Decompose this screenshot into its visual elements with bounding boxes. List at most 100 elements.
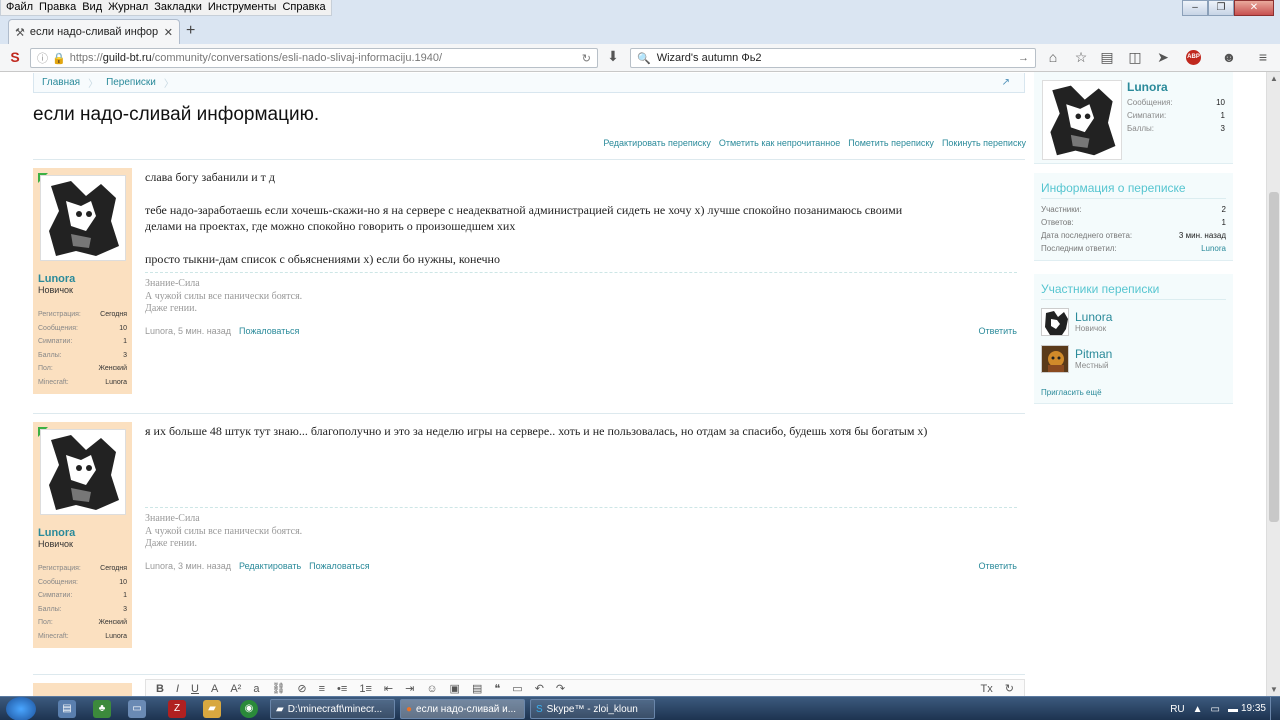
tray-expand-icon[interactable]: ▲ xyxy=(1193,704,1203,715)
info-icon[interactable]: ⓘ xyxy=(37,50,48,66)
menu-hamburger-icon[interactable]: ≡ xyxy=(1254,49,1272,65)
reply-link[interactable]: Ответить xyxy=(979,326,1017,336)
page-scrollbar[interactable]: ▲ ▼ xyxy=(1266,72,1280,696)
participant-name[interactable]: Lunora xyxy=(1075,310,1112,324)
media-icon[interactable]: ▤ xyxy=(472,682,482,695)
send-icon[interactable]: ➤ xyxy=(1154,49,1172,66)
language-indicator[interactable]: RU xyxy=(1170,704,1184,715)
bullet-list-icon[interactable]: •≡ xyxy=(337,683,347,695)
stat-value[interactable]: Lunora xyxy=(105,630,127,644)
menu-help[interactable]: Справка xyxy=(279,0,328,15)
addon-s-icon[interactable]: S xyxy=(6,49,24,65)
search-input[interactable]: Wizard's autumn Фь2 xyxy=(657,52,762,64)
bold-button[interactable]: B xyxy=(156,683,164,695)
star-conversation-link[interactable]: Пометить переписку xyxy=(848,138,934,148)
sidebar-username[interactable]: Lunora xyxy=(1127,80,1168,94)
reload-icon[interactable]: ↻ xyxy=(582,52,591,65)
network-icon[interactable]: ▭ xyxy=(1211,704,1220,715)
bookmark-star-icon[interactable]: ☆ xyxy=(1072,49,1090,66)
message-meta[interactable]: Lunora, 3 мин. назад xyxy=(145,561,231,571)
minimize-button[interactable]: – xyxy=(1182,0,1208,16)
bookmarks-list-icon[interactable]: ▤ xyxy=(1098,49,1116,66)
edit-conversation-link[interactable]: Редактировать переписку xyxy=(603,138,711,148)
edit-link[interactable]: Редактировать xyxy=(239,561,301,571)
show-desktop-button[interactable] xyxy=(1270,697,1280,720)
pocket-icon[interactable]: ◫ xyxy=(1126,49,1144,66)
filezilla-icon[interactable]: Z xyxy=(168,700,186,718)
avatar[interactable] xyxy=(39,175,126,261)
breadcrumb-conversations[interactable]: Переписки xyxy=(98,77,164,88)
search-bar[interactable]: 🔍 Wizard's autumn Фь2 → xyxy=(630,48,1036,68)
message-username[interactable]: Lunora xyxy=(38,273,127,285)
scroll-down-icon[interactable]: ▼ xyxy=(1270,685,1278,694)
taskbar-firefox-window[interactable]: ● если надо-сливай и... xyxy=(400,699,525,719)
clock[interactable]: 19:35 xyxy=(1241,703,1266,714)
new-tab-button[interactable]: + xyxy=(186,22,195,40)
menu-tools[interactable]: Инструменты xyxy=(205,0,280,15)
search-go-icon[interactable]: → xyxy=(1018,52,1029,64)
participant-name[interactable]: Pitman xyxy=(1075,347,1112,361)
leave-conversation-link[interactable]: Покинуть переписку xyxy=(942,138,1026,148)
stat-value[interactable]: Lunora xyxy=(105,376,127,390)
taskbar-skype-window[interactable]: S Skype™ - zloi_kloun xyxy=(530,699,655,719)
link-icon[interactable]: ⛓ xyxy=(271,682,285,695)
breadcrumb-home[interactable]: Главная xyxy=(34,77,88,88)
scroll-up-icon[interactable]: ▲ xyxy=(1270,74,1278,83)
numbered-list-icon[interactable]: 1≡ xyxy=(359,683,372,695)
image-icon[interactable]: ▣ xyxy=(450,682,460,695)
italic-button[interactable]: I xyxy=(176,683,179,695)
message-meta[interactable]: Lunora, 5 мин. назад xyxy=(145,326,231,336)
volume-icon[interactable]: ▬ xyxy=(1228,704,1238,715)
avatar[interactable] xyxy=(39,429,126,515)
undo-icon[interactable]: ↶ xyxy=(535,682,544,695)
menu-history[interactable]: Журнал xyxy=(105,0,151,15)
address-bar[interactable]: ⓘ 🔒 https://guild-bt.ru/community/conver… xyxy=(30,48,598,68)
home-icon[interactable]: ⌂ xyxy=(1044,49,1062,65)
message-username[interactable]: Lunora xyxy=(38,527,127,539)
jump-icon[interactable]: ↗ xyxy=(994,77,1018,88)
menu-edit[interactable]: Правка xyxy=(36,0,79,15)
font-size-button[interactable]: A² xyxy=(230,683,241,695)
report-link[interactable]: Пожаловаться xyxy=(239,326,299,336)
participant-item[interactable]: Pitman Местный xyxy=(1041,343,1226,374)
close-window-button[interactable]: ✕ xyxy=(1234,0,1274,16)
invite-more-link[interactable]: Пригласить ещё xyxy=(1041,388,1102,397)
indent-icon[interactable]: ⇥ xyxy=(405,682,414,695)
maximize-button[interactable]: ❐ xyxy=(1208,0,1234,16)
mark-unread-link[interactable]: Отметить как непрочитанное xyxy=(719,138,840,148)
avatar[interactable] xyxy=(1042,80,1122,160)
adblock-plus-icon[interactable]: ABP xyxy=(1186,50,1201,65)
save-draft-icon[interactable]: ▭ xyxy=(512,682,522,695)
folder-icon[interactable]: ▰ xyxy=(203,700,221,718)
browser-tab-active[interactable]: ⚒ если надо-сливай инфор... ✕ xyxy=(8,19,180,44)
quote-icon[interactable]: ❝ xyxy=(494,682,500,695)
chrome-icon[interactable]: ◉ xyxy=(240,700,258,718)
report-link[interactable]: Пожаловаться xyxy=(309,561,369,571)
participant-item[interactable]: Lunora Новичок xyxy=(1041,306,1226,337)
underline-button[interactable]: U xyxy=(191,683,199,695)
outdent-icon[interactable]: ⇤ xyxy=(384,682,393,695)
unlink-icon[interactable]: ⊘ xyxy=(297,682,306,695)
window-icon[interactable]: ▭ xyxy=(128,700,146,718)
download-icon[interactable]: ⬇ xyxy=(604,48,622,65)
smiley-icon[interactable]: ☺ xyxy=(426,683,437,695)
close-tab-icon[interactable]: ✕ xyxy=(164,26,173,39)
addon-face-icon[interactable]: ☻ xyxy=(1220,49,1238,65)
taskbar-explorer-window[interactable]: ▰ D:\minecraft\minecr... xyxy=(270,699,395,719)
info-value-link[interactable]: Lunora xyxy=(1201,242,1226,255)
participant-avatar[interactable] xyxy=(1041,307,1069,336)
redo-icon[interactable]: ↷ xyxy=(556,682,565,695)
font-color-button[interactable]: A xyxy=(211,683,218,695)
scrollbar-thumb[interactable] xyxy=(1269,192,1279,522)
remove-format-icon[interactable]: Tx xyxy=(981,683,993,695)
menu-view[interactable]: Вид xyxy=(79,0,105,15)
reply-link[interactable]: Ответить xyxy=(979,561,1017,571)
toggle-bbcode-icon[interactable]: ↻ xyxy=(1005,682,1014,695)
font-family-button[interactable]: a xyxy=(253,683,259,695)
menu-file[interactable]: Файл xyxy=(3,0,36,15)
align-icon[interactable]: ≡ xyxy=(319,683,325,695)
menu-bookmarks[interactable]: Закладки xyxy=(151,0,205,15)
utility-icon[interactable]: ♣ xyxy=(93,700,111,718)
file-manager-icon[interactable]: ▤ xyxy=(58,700,76,718)
start-button[interactable] xyxy=(6,697,36,720)
